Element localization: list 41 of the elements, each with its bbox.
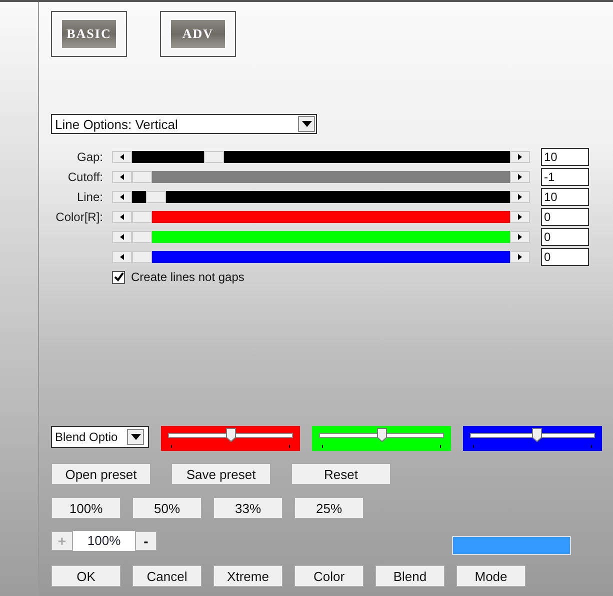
slider-label: Color[R]:: [56, 210, 103, 224]
action-button[interactable]: Color: [294, 565, 364, 587]
slider-label: Gap:: [76, 150, 103, 164]
slider-label: Line:: [76, 190, 103, 204]
value-field[interactable]: 0: [541, 248, 589, 266]
slider-thumb[interactable]: [132, 171, 152, 183]
value-field[interactable]: 10: [541, 188, 589, 206]
preset-button[interactable]: Reset: [291, 463, 391, 485]
slider-label: Cutoff:: [68, 170, 103, 184]
value-field[interactable]: 0: [541, 228, 589, 246]
slider-thumb[interactable]: [226, 428, 236, 442]
slider-thumb[interactable]: [132, 231, 152, 243]
action-button[interactable]: Mode: [456, 565, 526, 587]
action-button[interactable]: Blend: [375, 565, 445, 587]
slider-thumb[interactable]: [376, 428, 386, 442]
slider-thumb[interactable]: [204, 151, 224, 163]
action-button[interactable]: Cancel: [132, 565, 202, 587]
slider-thumb[interactable]: [132, 251, 152, 263]
scale-button[interactable]: 50%: [132, 497, 202, 519]
preset-button[interactable]: Open preset: [51, 463, 151, 485]
scale-button[interactable]: 100%: [51, 497, 121, 519]
value-field[interactable]: -1: [541, 168, 589, 186]
scale-button[interactable]: 25%: [294, 497, 364, 519]
color-swatch[interactable]: [452, 536, 571, 555]
value-field[interactable]: 10: [541, 148, 589, 166]
checkbox[interactable]: [112, 270, 125, 284]
options-dropdown[interactable]: Line Options: Vertical: [51, 114, 317, 134]
action-button[interactable]: Xtreme: [213, 565, 283, 587]
slider-thumb[interactable]: [532, 428, 542, 442]
slider-thumb[interactable]: [132, 211, 152, 223]
action-button[interactable]: OK: [51, 565, 121, 587]
value-field[interactable]: 0: [541, 208, 589, 226]
mode-tab[interactable]: ADV: [171, 20, 225, 48]
zoom-out-button[interactable]: -: [135, 531, 157, 551]
scale-button[interactable]: 33%: [213, 497, 283, 519]
checkbox-label: Create lines not gaps: [131, 270, 244, 284]
zoom-field[interactable]: 100%: [73, 531, 135, 551]
mode-tab[interactable]: BASIC: [62, 20, 116, 48]
preset-button[interactable]: Save preset: [171, 463, 271, 485]
slider-thumb[interactable]: [146, 191, 166, 203]
blend-dropdown[interactable]: Blend Optio: [51, 426, 149, 448]
